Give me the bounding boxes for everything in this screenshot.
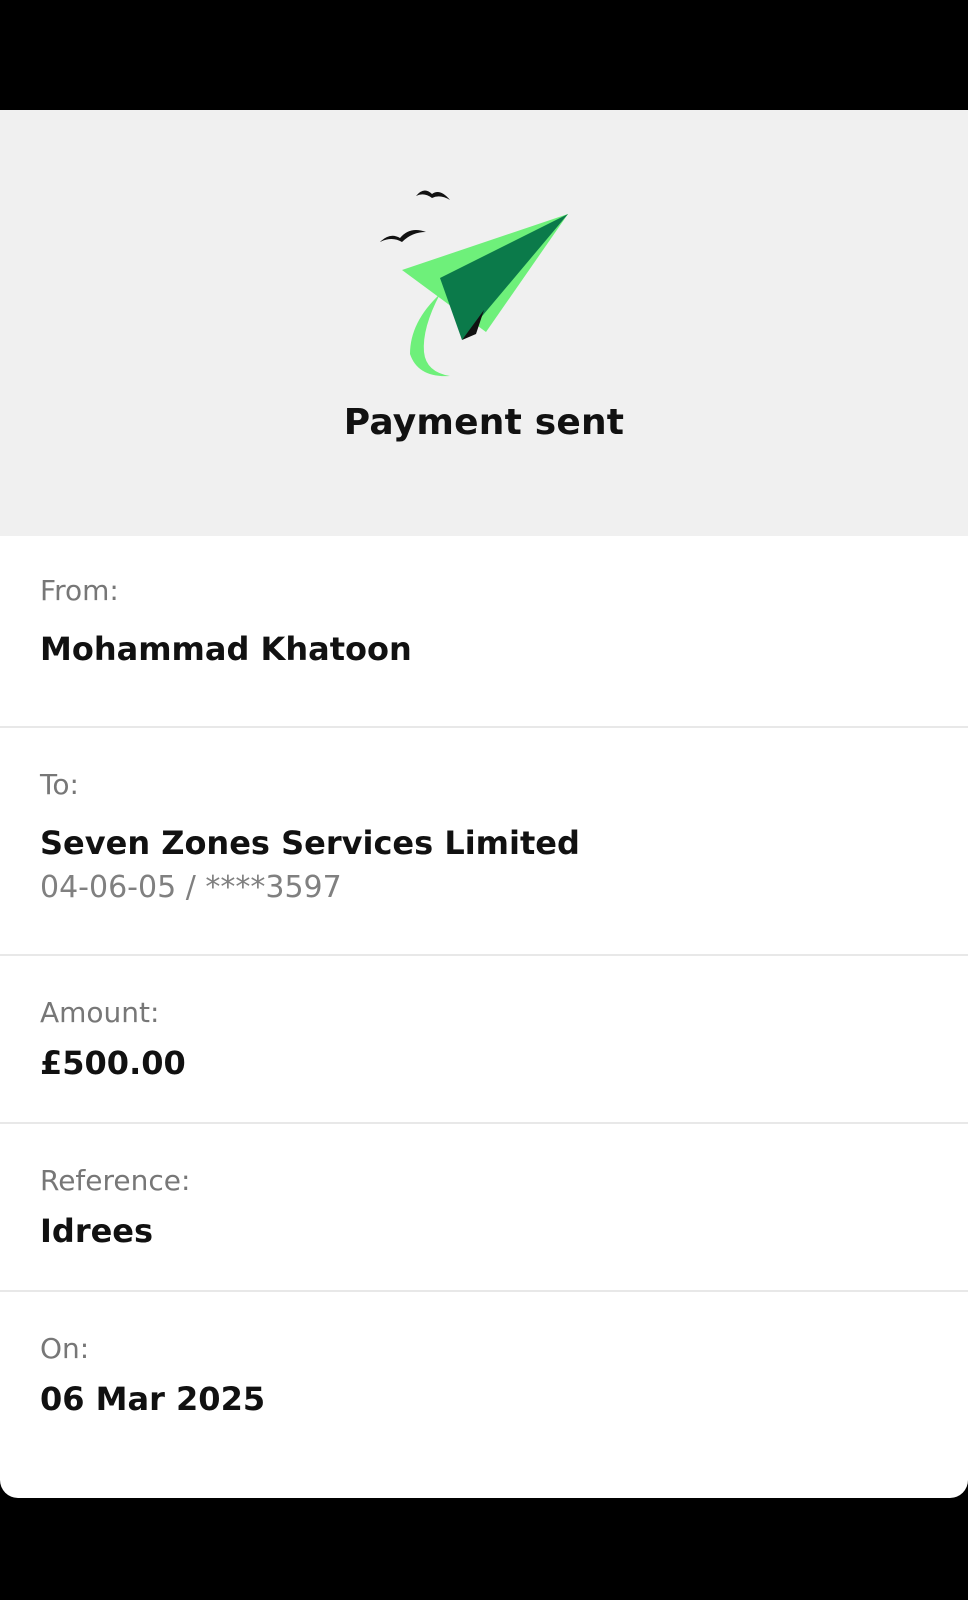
confirmation-header: Payment sent bbox=[0, 110, 968, 536]
detail-row-date: On: 06 Mar 2025 bbox=[0, 1292, 968, 1498]
paper-plane-with-birds-icon bbox=[380, 190, 568, 377]
navigation-bar bbox=[0, 1498, 968, 1600]
payment-confirmation-card: Payment sent From: Mohammad Khatoon To: … bbox=[0, 110, 968, 1498]
bird-icon bbox=[416, 190, 450, 200]
plane-body-dark bbox=[440, 214, 568, 340]
to-label: To: bbox=[40, 768, 79, 801]
detail-row-from: From: Mohammad Khatoon bbox=[0, 536, 968, 728]
reference-label: Reference: bbox=[40, 1164, 191, 1197]
to-value: Seven Zones Services Limited bbox=[40, 824, 580, 862]
to-account-details: 04-06-05 / ****3597 bbox=[40, 870, 342, 905]
amount-value: £500.00 bbox=[40, 1044, 186, 1082]
bird-icon bbox=[380, 230, 426, 242]
detail-row-reference: Reference: Idrees bbox=[0, 1124, 968, 1292]
from-label: From: bbox=[40, 574, 119, 607]
amount-label: Amount: bbox=[40, 996, 160, 1029]
detail-row-amount: Amount: £500.00 bbox=[0, 956, 968, 1124]
reference-value: Idrees bbox=[40, 1212, 154, 1250]
detail-row-to: To: Seven Zones Services Limited 04-06-0… bbox=[0, 728, 968, 956]
page-title: Payment sent bbox=[343, 402, 625, 443]
date-label: On: bbox=[40, 1332, 90, 1365]
from-value: Mohammad Khatoon bbox=[40, 630, 412, 668]
status-bar bbox=[0, 0, 968, 110]
date-value: 06 Mar 2025 bbox=[40, 1380, 266, 1418]
plane-trail bbox=[410, 294, 450, 377]
